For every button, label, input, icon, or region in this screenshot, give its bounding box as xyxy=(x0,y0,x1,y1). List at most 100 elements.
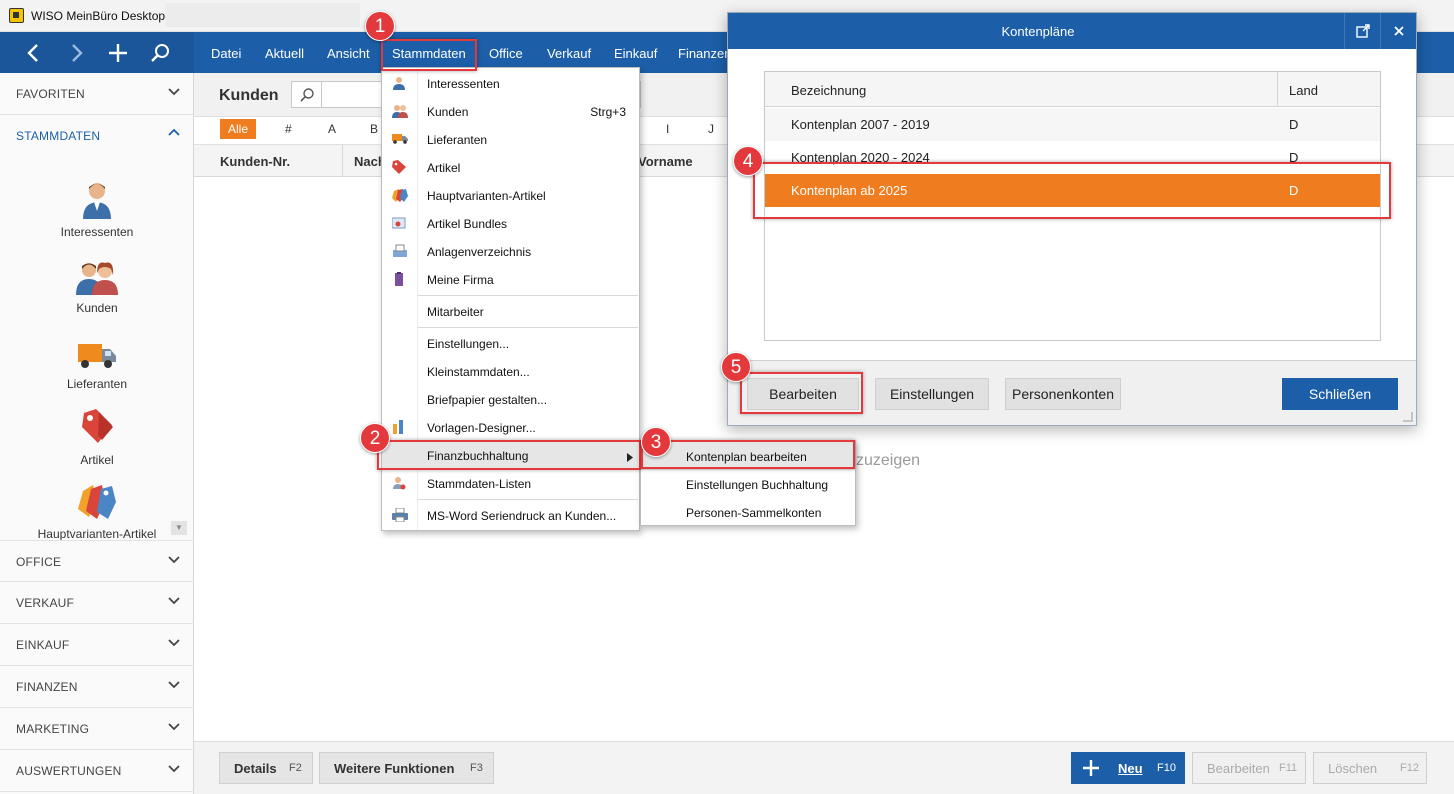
menu-item-meine-firma[interactable]: Meine Firma xyxy=(382,265,639,293)
sidebar-item-label: Artikel xyxy=(80,453,114,467)
alpha-filter-hash[interactable]: # xyxy=(285,122,292,136)
back-arrow-icon[interactable] xyxy=(21,40,47,66)
sidebar-scroll-down-icon[interactable]: ▼ xyxy=(171,521,187,535)
dialog-title: Kontenpläne xyxy=(1001,24,1075,39)
sidebar-section-label: FINANZEN xyxy=(16,680,78,694)
edit-button[interactable]: Bearbeiten F11 xyxy=(1192,752,1306,784)
alpha-filter-a[interactable]: A xyxy=(328,122,336,136)
row-country: D xyxy=(1289,117,1299,132)
menu-office[interactable]: Office xyxy=(489,46,523,61)
menu-item-mitarbeiter[interactable]: Mitarbeiter xyxy=(382,297,639,325)
menu-item-artikel-bundles[interactable]: Artikel Bundles xyxy=(382,209,639,237)
menu-item-label: Lieferanten xyxy=(427,133,488,147)
new-button[interactable]: Neu F10 xyxy=(1071,752,1185,784)
details-button[interactable]: Details F2 xyxy=(219,752,313,784)
step-badge-4: 4 xyxy=(733,146,763,176)
menu-item-lieferanten[interactable]: Lieferanten xyxy=(382,125,639,153)
menu-datei[interactable]: Datei xyxy=(211,46,241,61)
tag-icon xyxy=(80,407,114,447)
column-kunden-nr[interactable]: Kunden-Nr. xyxy=(220,154,290,169)
column-divider xyxy=(342,145,343,177)
sidebar-item-kunden[interactable]: Kunden xyxy=(0,261,194,315)
delete-button[interactable]: Löschen F12 xyxy=(1313,752,1427,784)
menu-item-vorlagen-designer[interactable]: Vorlagen-Designer... xyxy=(382,413,639,441)
alpha-filter-i[interactable]: I xyxy=(666,122,669,136)
menu-item-kunden[interactable]: Kunden Strg+3 xyxy=(382,97,639,125)
chevron-down-icon xyxy=(168,720,180,735)
step-badge-1: 1 xyxy=(365,11,395,41)
sidebar-item-artikel[interactable]: Artikel xyxy=(0,407,194,467)
step-badge-3: 3 xyxy=(641,427,671,457)
alpha-filter-all[interactable]: Alle xyxy=(220,119,257,139)
more-functions-button[interactable]: Weitere Funktionen F3 xyxy=(319,752,494,784)
forward-arrow-icon[interactable] xyxy=(63,40,89,66)
sidebar-section-label: OFFICE xyxy=(16,555,62,569)
menu-item-label: Kunden xyxy=(427,105,469,119)
personenkonten-button[interactable]: Personenkonten xyxy=(1005,378,1121,410)
sidebar-section-finanzen[interactable]: FINANZEN xyxy=(0,666,194,708)
column-divider xyxy=(1277,72,1278,106)
sidebar-item-hauptvarianten-artikel[interactable]: Hauptvarianten-Artikel xyxy=(0,483,194,541)
menu-item-hauptvarianten-artikel[interactable]: Hauptvarianten-Artikel xyxy=(382,181,639,209)
einstellungen-button[interactable]: Einstellungen xyxy=(875,378,989,410)
menu-separator xyxy=(418,295,638,296)
resize-grip-icon[interactable] xyxy=(1403,412,1413,422)
search-icon[interactable] xyxy=(292,82,322,107)
edit-shortcut: F11 xyxy=(1279,762,1298,774)
menu-verkauf[interactable]: Verkauf xyxy=(547,46,591,61)
customers-icon xyxy=(74,261,120,295)
menu-item-label: Meine Firma xyxy=(427,273,494,287)
close-icon[interactable] xyxy=(1380,13,1416,49)
sidebar-section-office[interactable]: OFFICE xyxy=(0,540,194,582)
sidebar-item-label: Lieferanten xyxy=(66,377,128,391)
alpha-filter-b[interactable]: B xyxy=(370,122,378,136)
menu-item-personen-sammelkonten[interactable]: Personen-Sammelkonten xyxy=(641,498,855,526)
menu-item-stammdaten-listen[interactable]: Stammdaten-Listen xyxy=(382,469,639,497)
menu-item-anlagenverzeichnis[interactable]: Anlagenverzeichnis xyxy=(382,237,639,265)
sidebar-section-favoriten[interactable]: FAVORITEN xyxy=(0,73,194,115)
menu-item-ms-word-seriendruck[interactable]: MS-Word Seriendruck an Kunden... xyxy=(382,501,639,529)
sidebar-item-interessenten[interactable]: Interessenten xyxy=(0,181,194,239)
column-bezeichnung[interactable]: Bezeichnung xyxy=(791,83,866,98)
menu-item-interessenten[interactable]: Interessenten xyxy=(382,69,639,97)
sidebar-section-marketing[interactable]: MARKETING xyxy=(0,708,194,750)
menu-item-label: Artikel Bundles xyxy=(427,217,508,231)
app-title: WISO MeinBüro Desktop xyxy=(31,9,166,23)
kontenplaene-dialog: Kontenpläne Bezeichnung Land Kontenplan … xyxy=(727,12,1417,426)
column-vorname[interactable]: Vorname xyxy=(638,154,693,169)
menu-item-einstellungen[interactable]: Einstellungen... xyxy=(382,329,639,357)
menu-separator xyxy=(418,327,638,328)
menu-item-briefpapier[interactable]: Briefpapier gestalten... xyxy=(382,385,639,413)
sidebar-item-lieferanten[interactable]: Lieferanten xyxy=(0,339,194,391)
new-label: Neu xyxy=(1118,761,1143,776)
sidebar-section-label: FAVORITEN xyxy=(16,87,85,101)
dialog-title-bar: Kontenpläne xyxy=(728,13,1416,49)
schliessen-button[interactable]: Schließen xyxy=(1282,378,1398,410)
menu-item-label: Personen-Sammelkonten xyxy=(686,506,822,520)
search-icon[interactable] xyxy=(147,40,173,66)
sidebar-section-einkauf[interactable]: EINKAUF xyxy=(0,624,194,666)
menu-ansicht[interactable]: Ansicht xyxy=(327,46,370,61)
menu-aktuell[interactable]: Aktuell xyxy=(265,46,304,61)
alpha-filter-j[interactable]: J xyxy=(708,122,714,136)
chevron-down-icon xyxy=(168,762,180,777)
popout-icon[interactable] xyxy=(1344,13,1380,49)
company-icon xyxy=(392,272,406,286)
new-shortcut: F10 xyxy=(1157,762,1176,774)
truck-icon xyxy=(392,132,408,146)
table-row[interactable]: Kontenplan 2007 - 2019 D xyxy=(765,108,1380,141)
column-land[interactable]: Land xyxy=(1289,83,1318,98)
sidebar-section-verkauf[interactable]: VERKAUF xyxy=(0,582,194,624)
menu-item-artikel[interactable]: Artikel xyxy=(382,153,639,181)
menu-item-label: Vorlagen-Designer... xyxy=(427,421,536,435)
plus-icon[interactable] xyxy=(105,40,131,66)
menu-item-einstellungen-buchhaltung[interactable]: Einstellungen Buchhaltung xyxy=(641,470,855,498)
highlight-stammdaten xyxy=(381,39,477,71)
sidebar-section-auswertungen[interactable]: AUSWERTUNGEN xyxy=(0,750,194,792)
menu-item-kleinstammdaten[interactable]: Kleinstammdaten... xyxy=(382,357,639,385)
menu-einkauf[interactable]: Einkauf xyxy=(614,46,657,61)
chevron-up-icon xyxy=(168,127,180,142)
menu-item-label: Kleinstammdaten... xyxy=(427,365,530,379)
menu-finanzen[interactable]: Finanzen xyxy=(678,46,731,61)
sidebar-section-stammdaten[interactable]: STAMMDATEN xyxy=(0,115,194,157)
